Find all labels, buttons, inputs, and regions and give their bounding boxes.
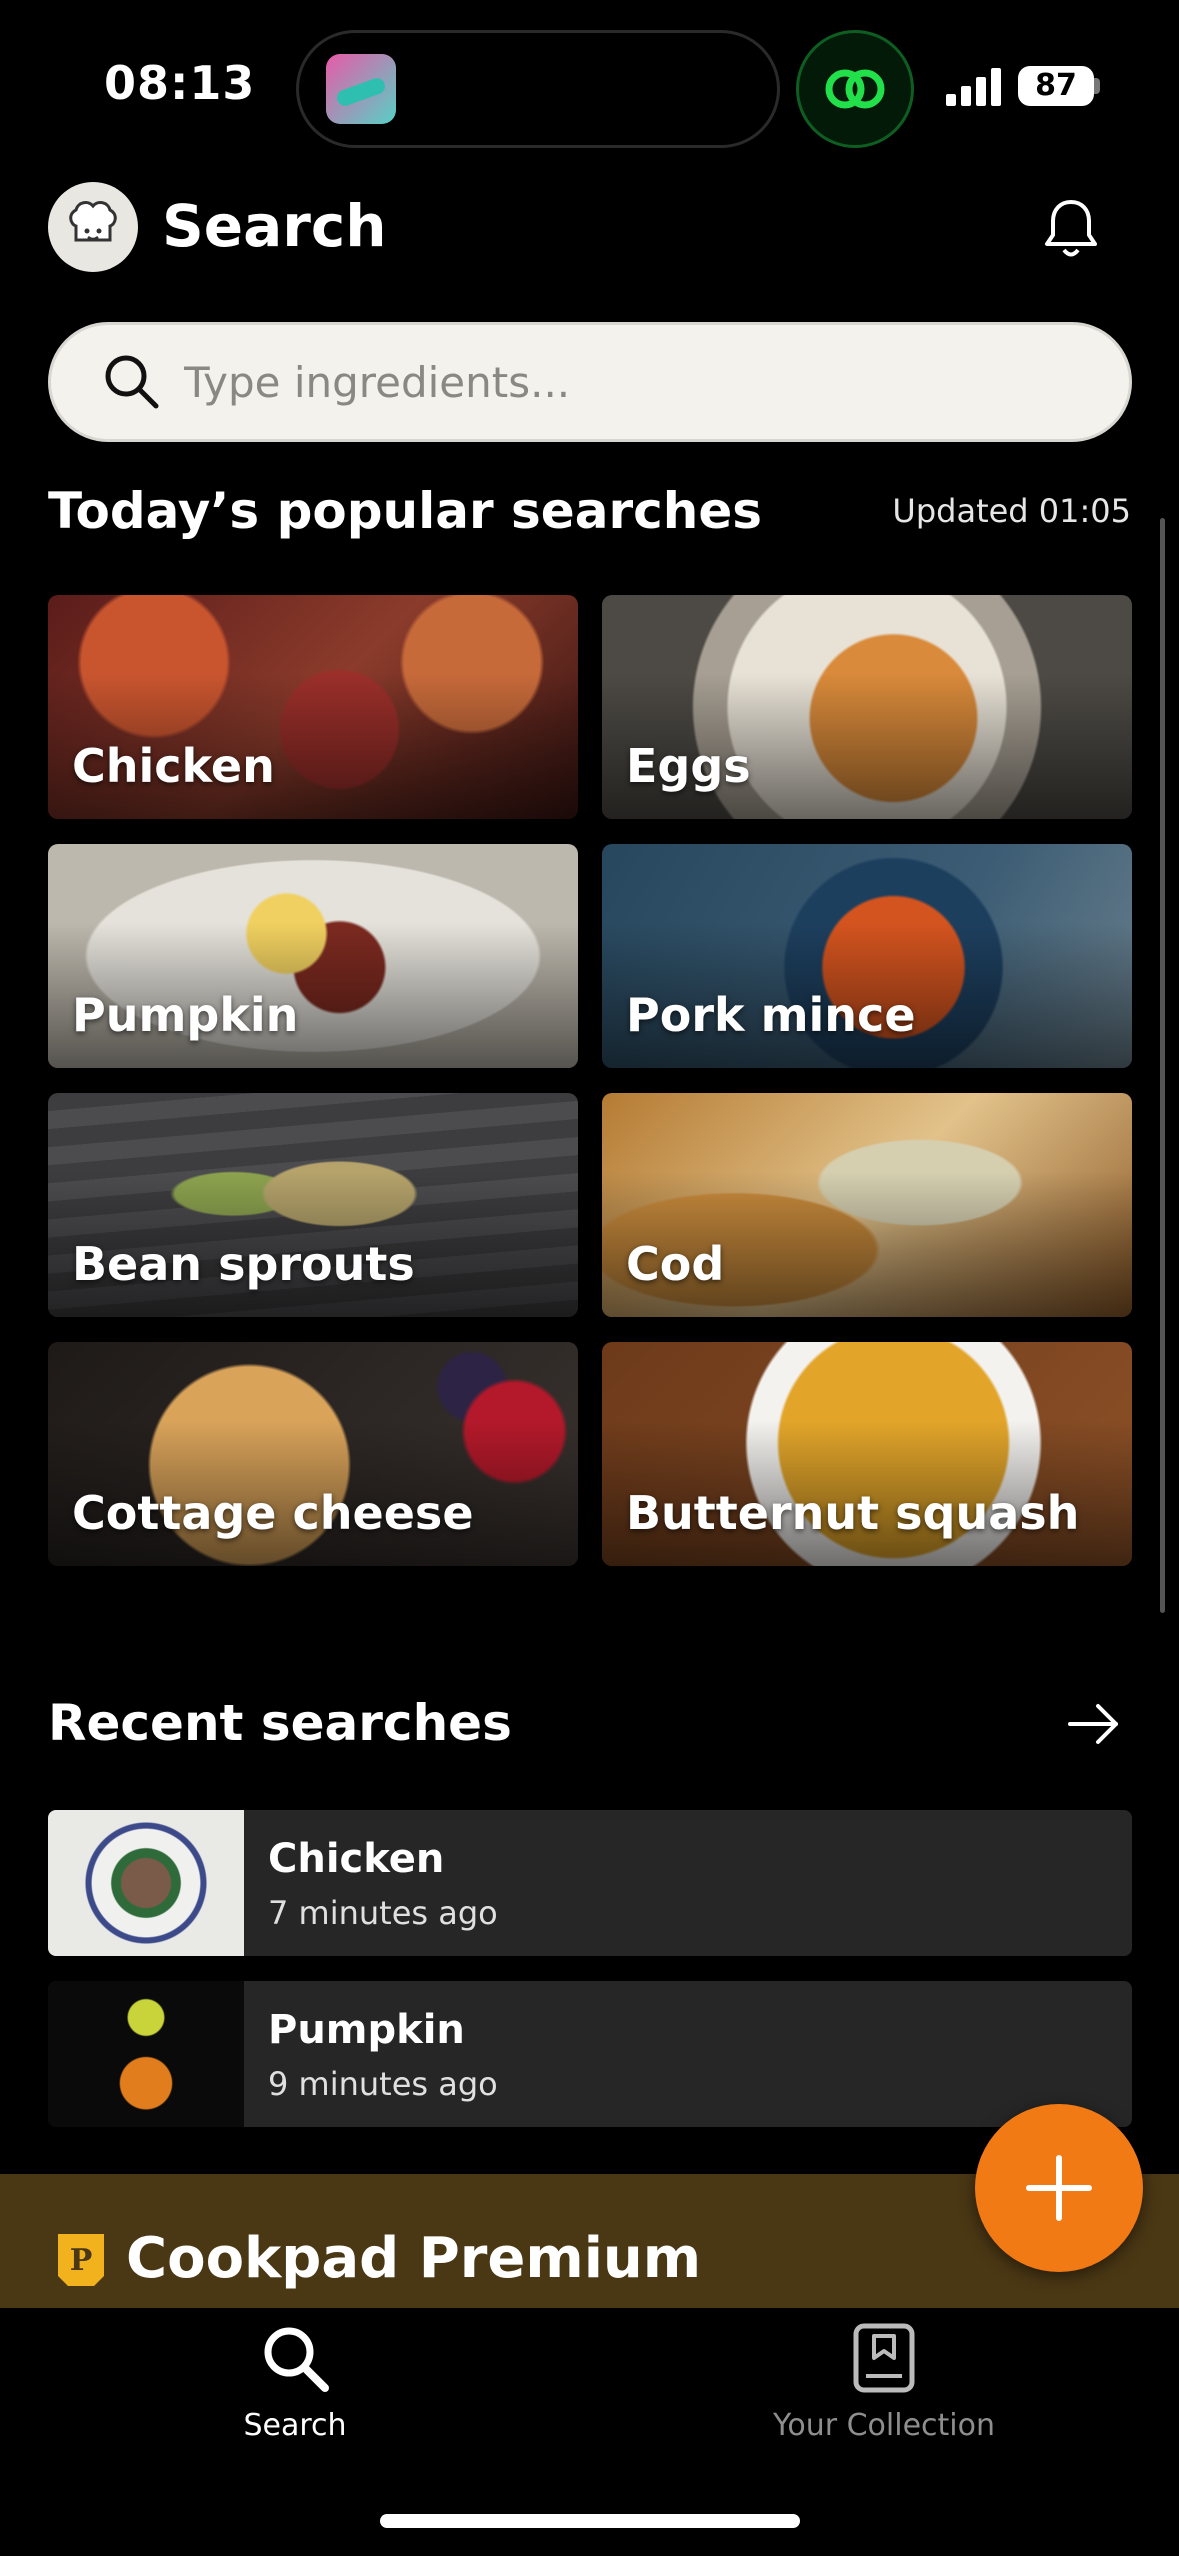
recent-search-time: 7 minutes ago [268, 1894, 498, 1932]
tab-label: Your Collection [773, 2408, 995, 2443]
battery-tip [1094, 78, 1100, 94]
popular-item-pork-mince[interactable]: Pork mince [602, 844, 1132, 1068]
tab-search[interactable]: Search [145, 2320, 445, 2460]
premium-label: Cookpad Premium [126, 2226, 702, 2291]
recent-searches-title: Recent searches [48, 1694, 512, 1752]
page-title: Search [162, 192, 387, 260]
popular-item-label: Pumpkin [72, 988, 299, 1042]
scrollbar[interactable] [1160, 518, 1165, 1613]
recent-search-item[interactable]: Chicken 7 minutes ago [48, 1810, 1132, 1956]
tab-label: Search [243, 2408, 347, 2443]
recent-thumbnail [48, 1981, 244, 2127]
svg-text:P: P [70, 2243, 93, 2278]
popular-item-cod[interactable]: Cod [602, 1093, 1132, 1317]
premium-flag-icon: P [58, 2234, 104, 2286]
recent-search-name: Chicken [268, 1836, 445, 1882]
collection-icon [853, 2323, 915, 2393]
recent-search-name: Pumpkin [268, 2007, 465, 2053]
popular-item-label: Eggs [626, 739, 751, 793]
search-icon [105, 355, 159, 409]
popular-item-label: Bean sprouts [72, 1237, 415, 1291]
popular-item-cottage-cheese[interactable]: Cottage cheese [48, 1342, 578, 1566]
avatar[interactable] [48, 182, 138, 272]
recent-search-item[interactable]: Pumpkin 9 minutes ago [48, 1981, 1132, 2127]
search-input[interactable] [184, 352, 1084, 412]
popular-item-label: Chicken [72, 739, 275, 793]
tab-your-collection[interactable]: Your Collection [734, 2320, 1034, 2460]
link-activity-indicator[interactable] [796, 30, 914, 148]
updated-time: Updated 01:05 [892, 492, 1131, 530]
recent-search-time: 9 minutes ago [268, 2065, 498, 2103]
popular-item-label: Cottage cheese [72, 1486, 474, 1540]
popular-item-label: Cod [626, 1237, 725, 1291]
popular-item-chicken[interactable]: Chicken [48, 595, 578, 819]
chef-hat-icon [69, 201, 117, 242]
popular-item-eggs[interactable]: Eggs [602, 595, 1132, 819]
popular-item-label: Pork mince [626, 988, 916, 1042]
now-playing-app-icon[interactable] [326, 54, 396, 124]
arrow-right-icon[interactable] [1066, 1696, 1122, 1752]
battery-level: 87 [1018, 66, 1094, 106]
status-time: 08:13 [104, 56, 256, 110]
popular-item-pumpkin[interactable]: Pumpkin [48, 844, 578, 1068]
plus-icon [1026, 2155, 1092, 2221]
bell-icon[interactable] [1040, 196, 1102, 262]
recent-thumbnail [48, 1810, 244, 1956]
search-icon [264, 2327, 329, 2392]
signal-icon [946, 68, 1001, 106]
popular-item-butternut-squash[interactable]: Butternut squash [602, 1342, 1132, 1566]
popular-searches-title: Today’s popular searches [48, 482, 763, 540]
popular-item-label: Butternut squash [626, 1486, 1080, 1540]
link-icon [825, 69, 885, 109]
popular-item-bean-sprouts[interactable]: Bean sprouts [48, 1093, 578, 1317]
home-indicator[interactable] [380, 2514, 800, 2528]
add-recipe-button[interactable] [975, 2104, 1143, 2272]
